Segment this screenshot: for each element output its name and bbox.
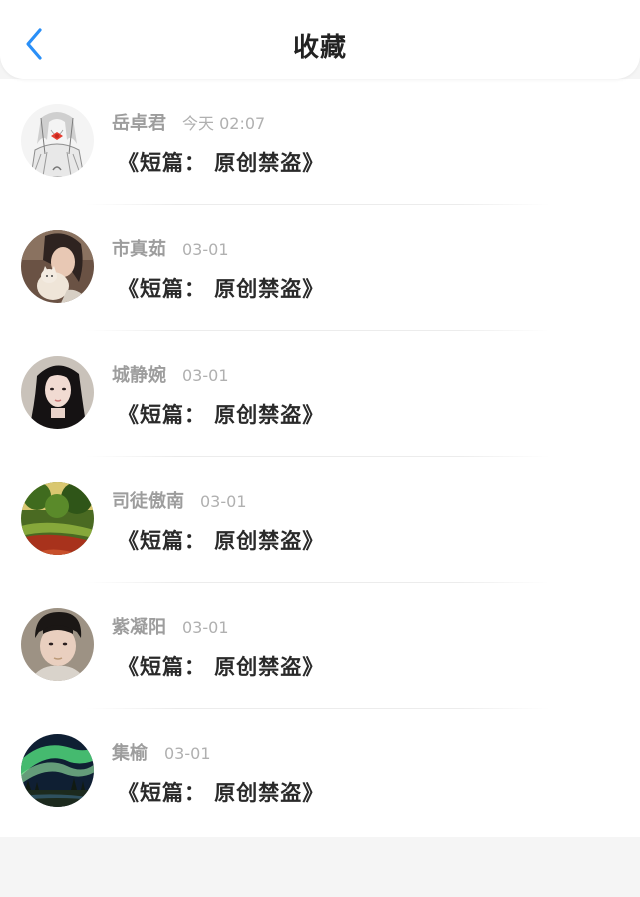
article-title[interactable]: 《短篇： 原创禁盗》: [118, 777, 324, 807]
aurora-night-avatar-icon: [21, 734, 94, 807]
author-name[interactable]: 集榆: [112, 743, 148, 764]
author-name[interactable]: 紫凝阳: [112, 617, 166, 638]
post-time: 03-01: [182, 240, 229, 259]
avatar[interactable]: [21, 230, 94, 303]
post-time: 03-01: [182, 618, 229, 637]
favorite-item[interactable]: 司徒傲南 03-01 《短篇： 原创禁盗》: [0, 457, 640, 583]
favorite-item[interactable]: 集榆 03-01 《短篇： 原创禁盗》: [0, 709, 640, 835]
article-title[interactable]: 《短篇： 原创禁盗》: [118, 147, 324, 177]
forest-landscape-avatar-icon: [21, 482, 94, 555]
item-meta: 城静婉 03-01: [112, 361, 229, 386]
favorite-item[interactable]: 紫凝阳 03-01 《短篇： 原创禁盗》: [0, 583, 640, 709]
author-name[interactable]: 岳卓君: [112, 113, 166, 134]
top-bar: 收藏: [0, 0, 640, 79]
favorite-item[interactable]: 市真茹 03-01 《短篇： 原创禁盗》: [0, 205, 640, 331]
favorites-list: 岳卓君 今天 02:07 《短篇： 原创禁盗》 市真茹 03-01 《短篇： 原…: [0, 79, 640, 837]
article-title[interactable]: 《短篇： 原创禁盗》: [118, 525, 324, 555]
post-time: 今天 02:07: [182, 114, 266, 133]
item-meta: 岳卓君 今天 02:07: [112, 109, 266, 134]
man-portrait-avatar-icon: [21, 608, 94, 681]
item-meta: 紫凝阳 03-01: [112, 613, 229, 638]
anime-girl-avatar-icon: [21, 104, 94, 177]
favorite-item[interactable]: 岳卓君 今天 02:07 《短篇： 原创禁盗》: [0, 79, 640, 205]
avatar[interactable]: [21, 356, 94, 429]
favorite-item[interactable]: 城静婉 03-01 《短篇： 原创禁盗》: [0, 331, 640, 457]
girl-dark-hair-avatar-icon: [21, 356, 94, 429]
girl-with-cat-avatar-icon: [21, 230, 94, 303]
page-title: 收藏: [292, 33, 347, 63]
article-title[interactable]: 《短篇： 原创禁盗》: [118, 273, 324, 303]
avatar[interactable]: [21, 482, 94, 555]
item-meta: 司徒傲南 03-01: [112, 487, 247, 512]
article-title[interactable]: 《短篇： 原创禁盗》: [118, 651, 324, 681]
post-time: 03-01: [164, 744, 211, 763]
avatar[interactable]: [21, 734, 94, 807]
item-meta: 集榆 03-01: [112, 739, 211, 764]
post-time: 03-01: [182, 366, 229, 385]
author-name[interactable]: 市真茹: [112, 239, 166, 260]
item-meta: 市真茹 03-01: [112, 235, 229, 260]
article-title[interactable]: 《短篇： 原创禁盗》: [118, 399, 324, 429]
post-time: 03-01: [200, 492, 247, 511]
favorites-page: 收藏 岳卓君 今天 02:07 《短篇： 原创禁盗》 市真茹 03-01 《短篇…: [0, 0, 640, 897]
author-name[interactable]: 司徒傲南: [112, 491, 184, 512]
avatar[interactable]: [21, 608, 94, 681]
author-name[interactable]: 城静婉: [112, 365, 166, 386]
avatar[interactable]: [21, 104, 94, 177]
